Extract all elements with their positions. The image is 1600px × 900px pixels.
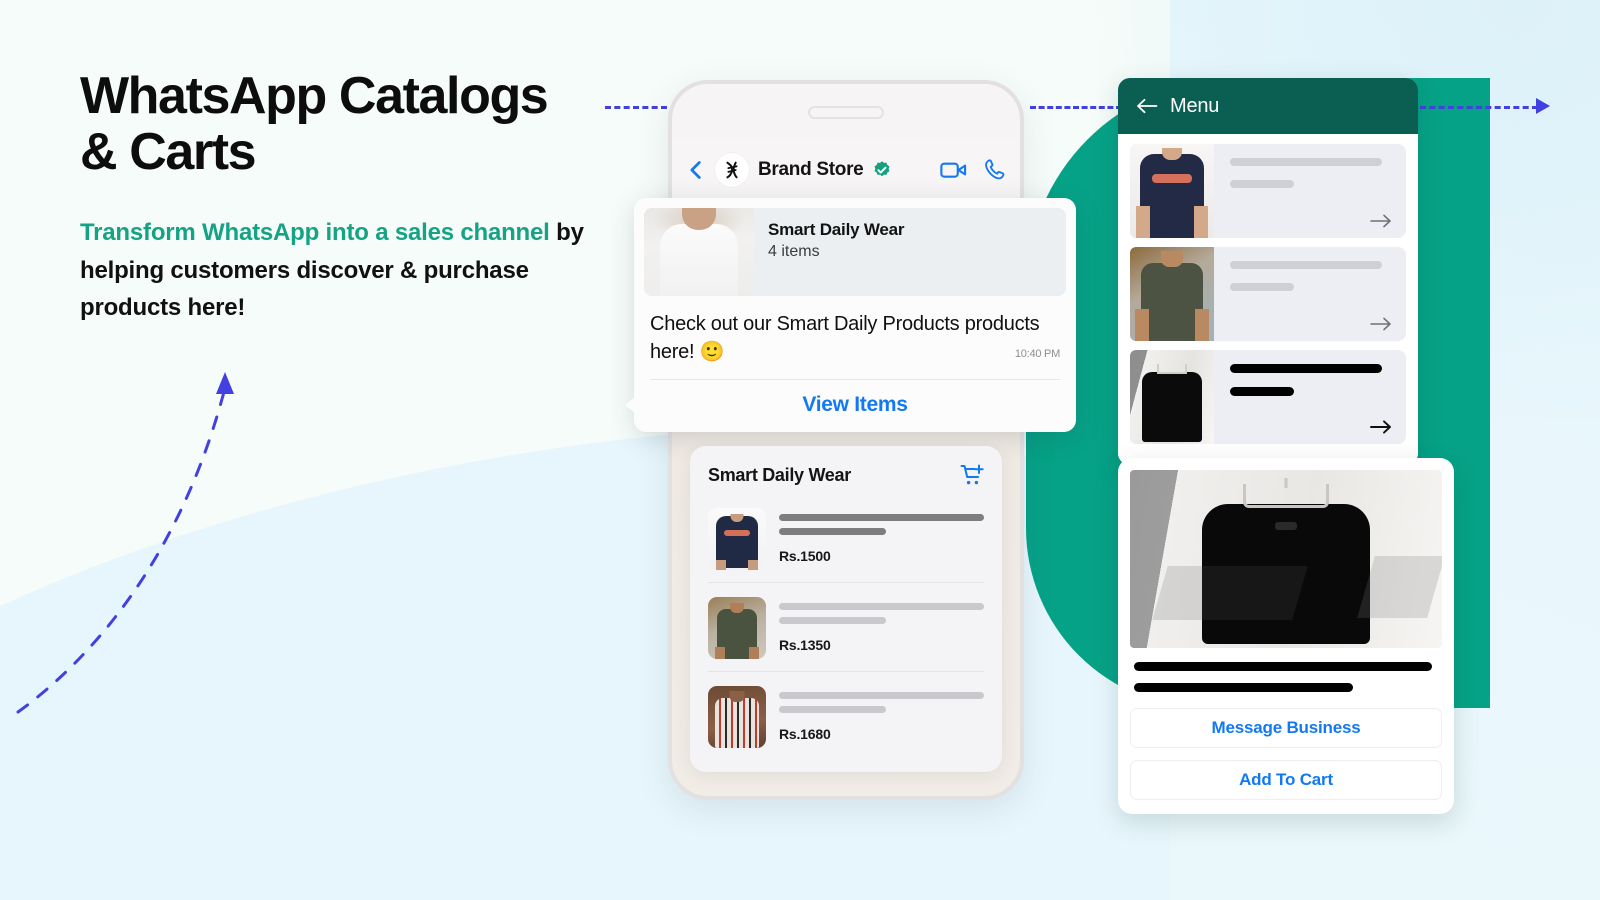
catalog-preview-card[interactable]: Smart Daily Wear 4 items: [644, 208, 1066, 296]
list-item[interactable]: Rs.1680: [708, 671, 984, 756]
store-name: Brand Store: [758, 158, 864, 180]
row-sub-placeholder: [1230, 387, 1294, 396]
dashed-connector-right: [1420, 106, 1538, 109]
product-price: Rs.1680: [779, 726, 831, 742]
row-arrow-icon[interactable]: [1370, 419, 1392, 435]
product-detail-sub-placeholder: [1134, 683, 1353, 692]
product-price: Rs.1500: [779, 548, 831, 564]
catalog-meta: Smart Daily Wear 4 items: [768, 208, 905, 296]
menu-header: Menu: [1118, 78, 1418, 134]
product-list-header: Smart Daily Wear: [708, 464, 984, 486]
message-business-button[interactable]: Message Business: [1130, 708, 1442, 748]
back-chevron-icon[interactable]: [686, 160, 706, 180]
product-detail-card: Message Business Add To Cart: [1118, 458, 1454, 814]
phone-speaker-slot: [808, 106, 884, 119]
menu-title: Menu: [1170, 94, 1220, 117]
product-thumbnail: [708, 597, 766, 659]
row-sub-placeholder: [1230, 283, 1294, 291]
menu-panel: Menu: [1118, 78, 1418, 465]
avatar[interactable]: [715, 152, 749, 187]
hero-subtext: Transform WhatsApp into a sales channel …: [80, 214, 620, 326]
product-detail-title-placeholder: [1134, 662, 1432, 671]
hero-copy: WhatsApp Catalogs & Carts Transform What…: [80, 68, 620, 326]
row-title-placeholder: [1230, 261, 1382, 269]
promo-graphic: WhatsApp Catalogs & Carts Transform What…: [0, 0, 1600, 900]
product-info: Rs.1500: [779, 508, 984, 564]
row-title-placeholder: [1230, 158, 1382, 166]
dashed-arrow-head-icon: [1536, 98, 1550, 114]
hero-subtext-accent: Transform WhatsApp into a sales channel: [80, 219, 550, 247]
row-thumbnail: [1130, 247, 1214, 341]
message-timestamp: 10:40 PM: [1014, 348, 1060, 361]
product-info: Rs.1350: [779, 597, 984, 653]
view-items-button[interactable]: View Items: [644, 380, 1066, 432]
product-list-title: Smart Daily Wear: [708, 464, 851, 485]
product-name-placeholder: [779, 514, 984, 521]
product-thumbnail: [708, 508, 766, 570]
menu-body: [1118, 134, 1418, 465]
list-item[interactable]: Rs.1500: [708, 500, 984, 578]
add-to-cart-icon[interactable]: [960, 464, 984, 486]
product-thumbnail: [708, 686, 766, 748]
row-sub-placeholder: [1230, 180, 1294, 188]
row-thumbnail: [1130, 144, 1214, 238]
page-title: WhatsApp Catalogs & Carts: [80, 68, 620, 180]
row-thumbnail: [1130, 350, 1214, 444]
row-content: [1214, 350, 1406, 444]
product-desc-placeholder: [779, 706, 886, 713]
product-name-placeholder: [779, 692, 984, 699]
dashed-connector-middle: [1030, 106, 1122, 109]
row-arrow-icon[interactable]: [1370, 213, 1392, 229]
product-desc-placeholder: [779, 617, 886, 624]
message-text-wrap: Check out our Smart Daily Products produ…: [644, 296, 1066, 367]
headline-line-1: WhatsApp Catalogs: [80, 67, 549, 125]
catalog-title: Smart Daily Wear: [768, 220, 905, 239]
row-content: [1214, 144, 1406, 238]
add-to-cart-button[interactable]: Add To Cart: [1130, 760, 1442, 800]
table-row[interactable]: [1130, 247, 1406, 341]
product-desc-placeholder: [779, 528, 886, 535]
row-arrow-icon[interactable]: [1370, 316, 1392, 332]
product-info: Rs.1680: [779, 686, 984, 742]
video-call-icon[interactable]: [940, 160, 967, 180]
catalog-thumbnail: [644, 208, 754, 296]
back-arrow-icon[interactable]: [1136, 98, 1158, 114]
list-item[interactable]: Rs.1350: [708, 582, 984, 667]
table-row[interactable]: [1130, 144, 1406, 238]
chat-header-actions: [940, 158, 1006, 181]
table-row[interactable]: [1130, 350, 1406, 444]
product-detail-text: [1130, 648, 1442, 696]
bubble-tail: [625, 391, 641, 418]
row-title-placeholder: [1230, 364, 1382, 373]
message-text: Check out our Smart Daily Products produ…: [650, 313, 1040, 364]
product-name-placeholder: [779, 603, 984, 610]
brand-monogram-icon: [726, 161, 738, 178]
chat-header: Brand Store: [672, 139, 1020, 201]
product-detail-image: [1130, 470, 1442, 648]
catalog-item-count: 4 items: [768, 243, 820, 260]
phone-call-icon[interactable]: [983, 158, 1006, 181]
curved-dashed-arrow-icon: [16, 372, 234, 714]
row-content: [1214, 247, 1406, 341]
product-list-card: Smart Daily Wear Rs.1500 Rs.1350 Rs.1680: [690, 446, 1002, 772]
catalog-message-bubble: Smart Daily Wear 4 items Check out our S…: [625, 198, 1076, 432]
verified-badge-icon: [874, 160, 890, 176]
product-price: Rs.1350: [779, 637, 831, 653]
headline-line-2: & Carts: [80, 123, 257, 182]
